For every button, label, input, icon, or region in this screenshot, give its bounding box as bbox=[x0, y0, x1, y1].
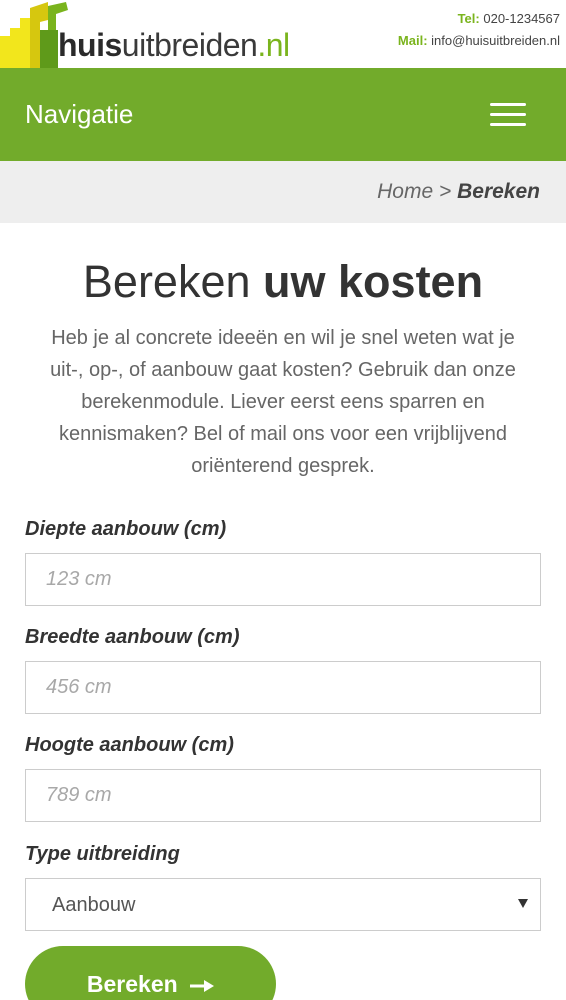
phone-value[interactable]: 020-1234567 bbox=[483, 11, 560, 26]
calculate-button-content: Bereken bbox=[25, 970, 276, 998]
breadcrumb-current: Bereken bbox=[457, 180, 540, 203]
intro-text: Heb je al concrete ideeën en wil je snel… bbox=[50, 327, 516, 477]
breadcrumb-separator: > bbox=[439, 180, 452, 203]
depth-input[interactable] bbox=[25, 553, 541, 606]
nav-title: Navigatie bbox=[25, 99, 134, 129]
hamburger-line bbox=[490, 123, 526, 126]
logo-wordmark: huisuitbreiden.nl bbox=[58, 26, 290, 64]
width-input[interactable] bbox=[25, 661, 541, 714]
depth-label: Diepte aanbouw (cm) bbox=[25, 518, 227, 540]
logo-part-tld: .nl bbox=[257, 27, 290, 63]
page-title-light: Bereken bbox=[82, 256, 251, 307]
site-header: huisuitbreiden.nl Tel: 020-1234567 Mail:… bbox=[0, 0, 566, 68]
contact-mail[interactable]: Mail: info@huisuitbreiden.nl bbox=[398, 30, 560, 52]
page-title: Bereken uw kosten bbox=[0, 254, 566, 310]
contact-info: Tel: 020-1234567 Mail: info@huisuitbreid… bbox=[398, 8, 560, 52]
contact-phone[interactable]: Tel: 020-1234567 bbox=[398, 8, 560, 30]
caret-down-icon bbox=[518, 899, 528, 908]
calculate-button[interactable]: Bereken bbox=[25, 946, 276, 1000]
type-select[interactable]: Aanbouw bbox=[25, 878, 541, 931]
page-title-bold: uw kosten bbox=[263, 256, 484, 307]
breadcrumb-bar: Home > Bereken bbox=[0, 161, 566, 223]
site-logo[interactable]: huisuitbreiden.nl bbox=[0, 0, 290, 68]
breadcrumb: Home > Bereken bbox=[377, 179, 540, 205]
type-select-value: Aanbouw bbox=[52, 894, 136, 916]
logo-part-huis: huis bbox=[58, 27, 122, 63]
mail-value[interactable]: info@huisuitbreiden.nl bbox=[431, 33, 560, 48]
phone-label: Tel: bbox=[457, 11, 480, 26]
width-label: Breedte aanbouw (cm) bbox=[25, 626, 240, 648]
height-input[interactable] bbox=[25, 769, 541, 822]
navigation-bar: Navigatie bbox=[0, 68, 566, 161]
type-label: Type uitbreiding bbox=[25, 843, 180, 865]
hamburger-menu-icon[interactable] bbox=[490, 101, 526, 129]
hamburger-line bbox=[490, 113, 526, 116]
arrow-right-icon bbox=[190, 979, 215, 992]
calculate-button-label: Bereken bbox=[86, 971, 178, 997]
mail-label: Mail: bbox=[397, 33, 428, 48]
breadcrumb-home-link[interactable]: Home bbox=[377, 180, 433, 203]
logo-part-uitbreiden: uitbreiden bbox=[121, 27, 258, 63]
height-label: Hoogte aanbouw (cm) bbox=[25, 734, 234, 756]
hamburger-line bbox=[490, 103, 526, 106]
